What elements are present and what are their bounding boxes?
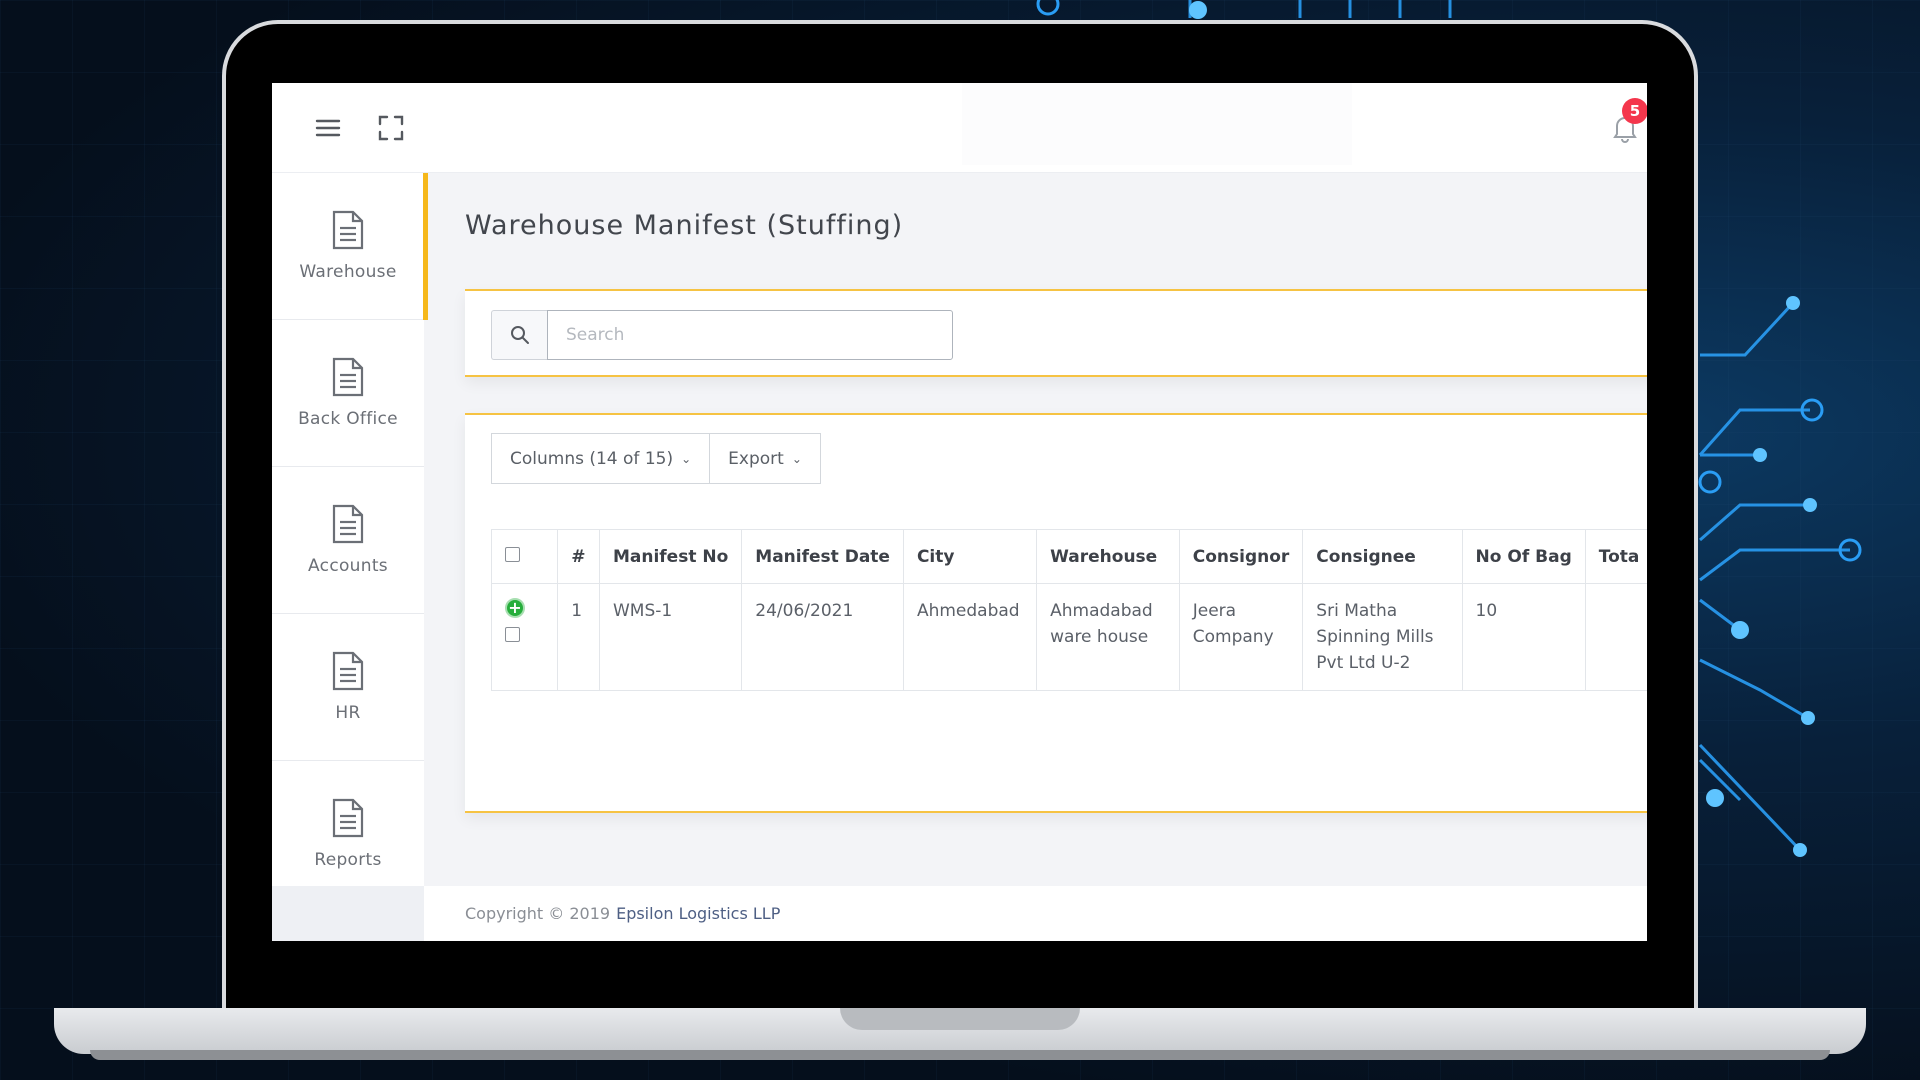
topbar-logo-area <box>962 83 1352 165</box>
document-icon <box>332 357 364 397</box>
cell-manifest-date: 24/06/2021 <box>741 583 904 691</box>
table-header-row: # Manifest No Manifest Date City Warehou… <box>490 529 1647 584</box>
column-header-index[interactable]: # <box>557 529 600 584</box>
document-icon <box>332 210 364 250</box>
column-header-manifest-no[interactable]: Manifest No <box>598 529 743 584</box>
page-title: Warehouse Manifest (Stuffing) <box>465 210 904 241</box>
cell-total <box>1584 583 1647 691</box>
select-all-header <box>490 529 559 584</box>
column-header-total[interactable]: Tota <box>1584 529 1647 584</box>
cell-consignee: Sri Matha Spinning Mills Pvt Ltd U-2 <box>1302 583 1463 691</box>
chevron-down-icon: ⌄ <box>681 451 692 466</box>
sidebar-item-label: Warehouse <box>299 262 397 282</box>
cell-city: Ahmedabad <box>902 583 1038 691</box>
page-footer: Copyright © 2019 Epsilon Logistics LLP <box>424 886 1647 941</box>
column-header-consignor[interactable]: Consignor <box>1178 529 1304 584</box>
cell-manifest-no: WMS-1 <box>598 583 743 691</box>
hamburger-icon[interactable] <box>312 112 344 144</box>
document-icon <box>332 504 364 544</box>
columns-dropdown-button[interactable]: Columns (14 of 15) ⌄ <box>491 433 711 484</box>
sidebar-item-accounts[interactable]: Accounts <box>272 467 424 614</box>
search-icon[interactable] <box>491 310 547 360</box>
document-icon <box>332 798 364 838</box>
table-card: Columns (14 of 15) ⌄ Export ⌄ # Manifest… <box>465 413 1647 813</box>
column-header-warehouse[interactable]: Warehouse <box>1036 529 1180 584</box>
sidebar-item-label: HR <box>335 703 361 723</box>
sidebar-footer <box>272 886 424 941</box>
document-icon <box>332 651 364 691</box>
columns-button-label: Columns (14 of 15) <box>510 448 674 469</box>
chevron-down-icon: ⌄ <box>791 451 802 466</box>
column-header-consignee[interactable]: Consignee <box>1302 529 1463 584</box>
sidebar-item-warehouse[interactable]: Warehouse <box>272 173 428 320</box>
export-dropdown-button[interactable]: Export ⌄ <box>710 433 821 484</box>
sidebar-item-label: Accounts <box>308 556 388 576</box>
table-row: + 1 WMS-1 24/06/2021 Ahmedabad Ahmadabad… <box>490 583 1647 691</box>
manifest-table: # Manifest No Manifest Date City Warehou… <box>490 529 1647 691</box>
laptop-notch <box>840 1008 1080 1030</box>
search-input[interactable] <box>547 310 953 360</box>
notification-badge: 5 <box>1622 98 1647 124</box>
sidebar-item-hr[interactable]: HR <box>272 614 424 761</box>
cell-warehouse: Ahmadabad ware house <box>1036 583 1180 691</box>
sidebar-item-back-office[interactable]: Back Office <box>272 320 424 467</box>
table-toolbar: Columns (14 of 15) ⌄ Export ⌄ <box>491 433 821 484</box>
column-header-city[interactable]: City <box>902 529 1038 584</box>
laptop-base-shadow <box>90 1050 1830 1060</box>
app-screen: 5 Warehouse Back Office Accounts HR Repo… <box>272 83 1647 941</box>
row-controls: + <box>490 583 559 691</box>
column-header-no-of-bag[interactable]: No Of Bag <box>1461 529 1586 584</box>
expand-icon[interactable] <box>375 112 407 144</box>
search-group <box>491 310 953 360</box>
sidebar-item-label: Reports <box>314 850 382 870</box>
select-all-checkbox[interactable] <box>505 546 520 562</box>
export-button-label: Export <box>728 448 784 469</box>
top-bar: 5 <box>272 83 1647 173</box>
expand-row-icon[interactable]: + <box>505 598 525 618</box>
cell-consignor: Jeera Company <box>1178 583 1304 691</box>
cell-no-of-bag: 10 <box>1461 583 1586 691</box>
company-link[interactable]: Epsilon Logistics LLP <box>616 904 780 923</box>
column-header-manifest-date[interactable]: Manifest Date <box>741 529 904 584</box>
row-checkbox[interactable] <box>505 627 520 642</box>
sidebar-item-label: Back Office <box>298 409 398 429</box>
sidebar: Warehouse Back Office Accounts HR Report… <box>272 173 428 908</box>
search-card <box>465 289 1647 377</box>
cell-index: 1 <box>557 583 600 691</box>
copyright-text: Copyright © 2019 <box>465 904 611 923</box>
